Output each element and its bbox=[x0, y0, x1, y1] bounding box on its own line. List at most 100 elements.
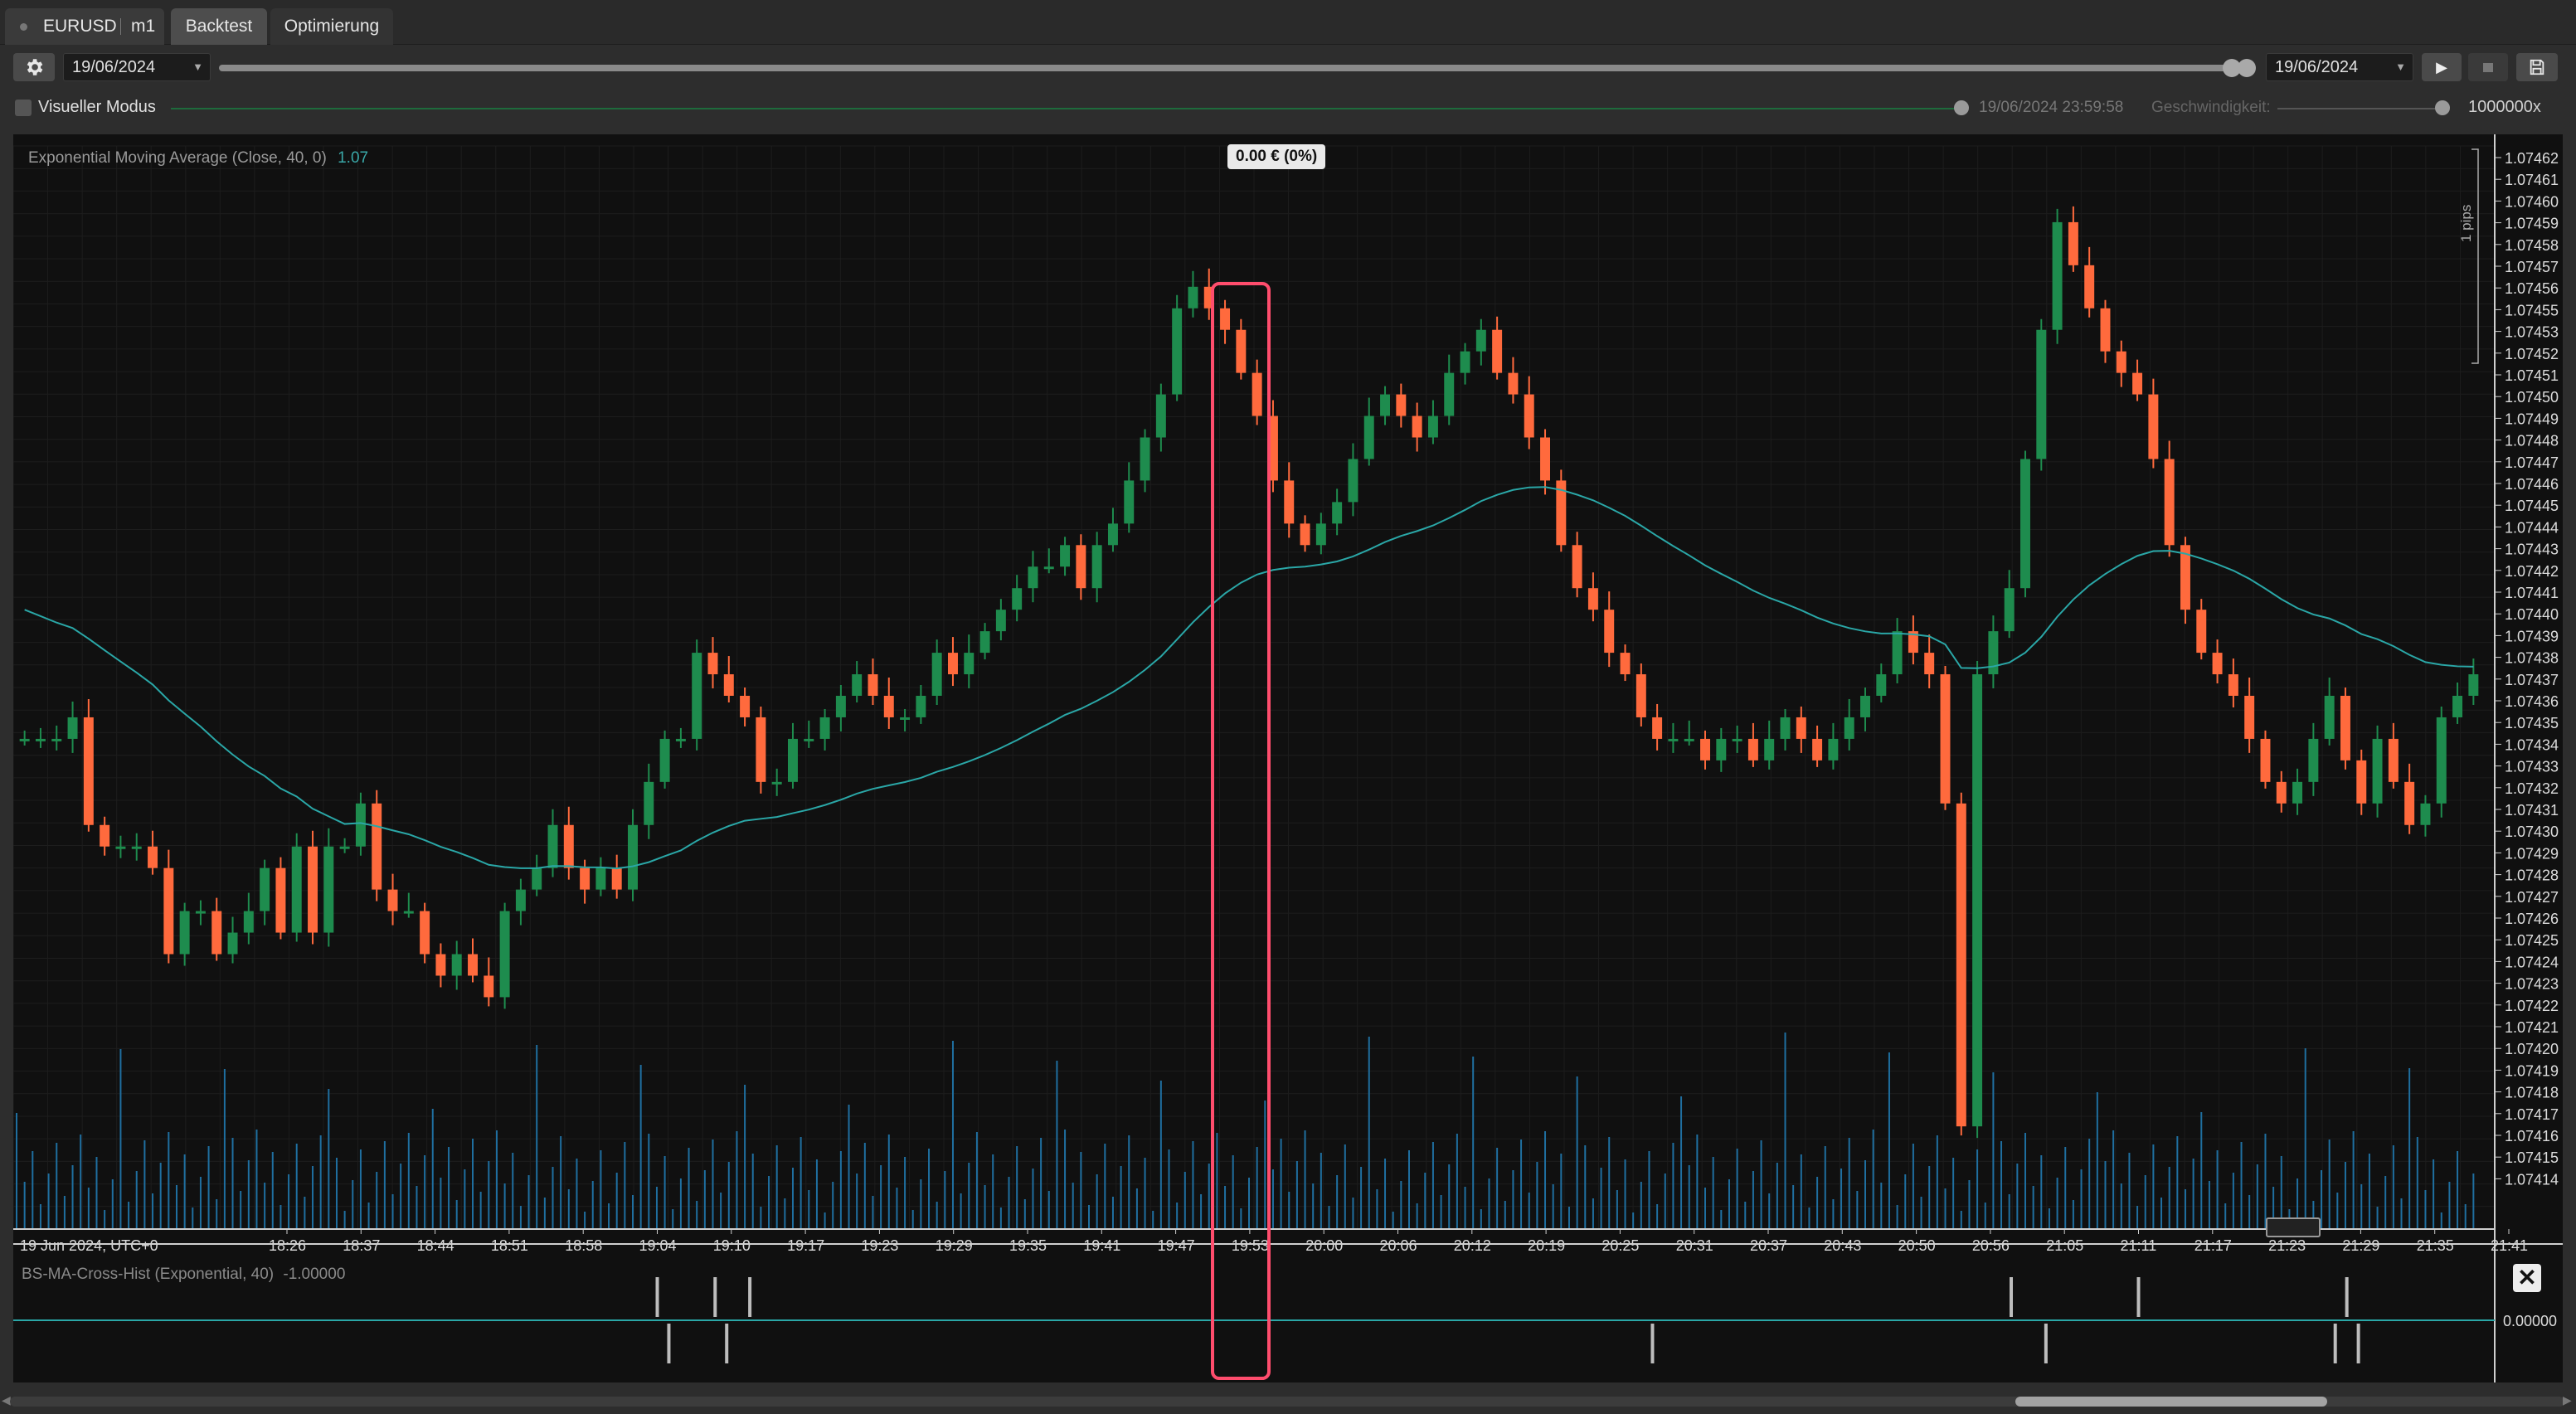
scroll-thumb[interactable] bbox=[2015, 1397, 2327, 1407]
candle-up bbox=[2452, 696, 2463, 717]
candle-up bbox=[2052, 221, 2063, 330]
start-date-picker[interactable]: 19/06/2024 ▼ bbox=[63, 53, 211, 81]
candle-up bbox=[1348, 459, 1358, 503]
chart-area[interactable]: 1.07462 1.07461 1.07460 1.07459 1.07458 1.074… bbox=[13, 134, 2563, 1382]
time-axis-handle[interactable] bbox=[2266, 1217, 2321, 1237]
y-tick-label: 1.07446 bbox=[2505, 476, 2559, 493]
visual-mode-checkbox[interactable] bbox=[15, 100, 32, 116]
x-tick-label: 21:05 bbox=[2046, 1237, 2083, 1254]
candle-down bbox=[83, 717, 94, 825]
candle-up bbox=[916, 696, 926, 717]
candle-up bbox=[1684, 738, 1694, 741]
x-tick-label: 20:56 bbox=[1972, 1237, 2010, 1254]
candle-up bbox=[1332, 502, 1343, 524]
scroll-right-icon[interactable]: ▶ bbox=[2563, 1393, 2572, 1407]
y-tick-label: 1.07440 bbox=[2505, 606, 2559, 623]
candle-down bbox=[163, 867, 174, 955]
candle-down bbox=[2404, 781, 2415, 825]
visual-mode-label: Visueller Modus bbox=[38, 98, 156, 116]
close-indicator-button[interactable]: ✕ bbox=[2513, 1264, 2541, 1292]
x-tick-label: 20:25 bbox=[1601, 1237, 1639, 1254]
y-tick-label: 1.07455 bbox=[2505, 302, 2559, 318]
histogram-axis-tick: 0.00000 bbox=[2503, 1313, 2557, 1329]
tab-symbol[interactable]: EURUSD m1 bbox=[5, 8, 164, 45]
end-date-picker[interactable]: 19/06/2024 ▼ bbox=[2266, 53, 2413, 81]
indicator-name: Exponential Moving Average (Close, 40, 0… bbox=[28, 149, 327, 167]
y-tick-label: 1.07449 bbox=[2505, 411, 2559, 427]
candle-up bbox=[819, 717, 830, 739]
y-tick-label: 1.07453 bbox=[2505, 324, 2559, 341]
price-chart[interactable]: 1.07462 1.07461 1.07460 1.07459 1.07458 1.074… bbox=[13, 134, 2563, 1382]
progress-handle[interactable] bbox=[1954, 100, 1969, 115]
indicator-legend: Exponential Moving Average (Close, 40, 0… bbox=[28, 149, 368, 168]
x-tick-label: 20:37 bbox=[1750, 1237, 1787, 1254]
candle-up bbox=[628, 824, 638, 890]
x-tick-label: 21:11 bbox=[2121, 1237, 2157, 1254]
histogram-value: -1.00000 bbox=[283, 1266, 346, 1283]
candle-up bbox=[355, 803, 366, 847]
candle-down bbox=[2340, 696, 2350, 760]
candle-up bbox=[1028, 566, 1038, 589]
horizontal-scrollbar[interactable]: ◀ ▶ bbox=[0, 1387, 2576, 1414]
tab-optimization[interactable]: Optimierung bbox=[270, 8, 393, 45]
candle-down bbox=[580, 867, 591, 890]
candle-down bbox=[435, 954, 446, 976]
play-icon: ▶ bbox=[2436, 59, 2447, 75]
candle-up bbox=[195, 911, 206, 914]
candle-up bbox=[2468, 674, 2479, 696]
tab-backtest[interactable]: Backtest bbox=[171, 8, 267, 45]
candle-up bbox=[692, 653, 702, 739]
y-tick-label: 1.07441 bbox=[2505, 585, 2559, 601]
backtest-window: EURUSD m1 Backtest Optimierung 19/06/202… bbox=[0, 0, 2576, 1414]
date-range-slider[interactable] bbox=[219, 65, 2243, 71]
x-tick-label: 18:37 bbox=[343, 1237, 380, 1254]
y-tick-label: 1.07432 bbox=[2505, 780, 2559, 797]
candle-up bbox=[1172, 308, 1183, 395]
play-button[interactable]: ▶ bbox=[2422, 53, 2462, 81]
y-tick-label: 1.07450 bbox=[2505, 389, 2559, 406]
candle-down bbox=[1940, 674, 1951, 804]
y-tick-label: 1.07434 bbox=[2505, 736, 2559, 753]
y-tick-label: 1.07447 bbox=[2505, 454, 2559, 471]
x-tick-label: 21:17 bbox=[2194, 1237, 2232, 1254]
y-tick-label: 1.07419 bbox=[2505, 1062, 2559, 1079]
highlight-annotation bbox=[1211, 282, 1271, 1380]
candle-up bbox=[1380, 394, 1391, 416]
range-handle-end[interactable] bbox=[2238, 59, 2256, 77]
speed-handle[interactable] bbox=[2435, 100, 2450, 115]
candle-up bbox=[115, 846, 126, 849]
candle-up bbox=[2372, 738, 2383, 804]
tab-bar: EURUSD m1 Backtest Optimierung bbox=[0, 0, 2576, 45]
candle-up bbox=[1860, 696, 1870, 717]
settings-button[interactable] bbox=[13, 53, 55, 81]
y-tick-label: 1.07462 bbox=[2505, 150, 2559, 167]
stop-button[interactable] bbox=[2468, 53, 2508, 81]
y-tick-label: 1.07420 bbox=[2505, 1041, 2559, 1057]
candle-up bbox=[260, 867, 270, 911]
y-tick-label: 1.07442 bbox=[2505, 563, 2559, 580]
save-button[interactable] bbox=[2516, 53, 2558, 81]
candle-up bbox=[1124, 480, 1135, 524]
candle-down bbox=[1620, 653, 1631, 675]
candle-down bbox=[1076, 545, 1086, 589]
candle-up bbox=[2308, 738, 2319, 782]
candle-down bbox=[2228, 674, 2238, 696]
candle-down bbox=[1412, 415, 1422, 438]
x-tick-label: 20:50 bbox=[1898, 1237, 1936, 1254]
candle-up bbox=[451, 954, 462, 976]
candle-down bbox=[1700, 738, 1710, 760]
candle-down bbox=[2116, 351, 2126, 373]
candle-up bbox=[1844, 717, 1854, 739]
candle-down bbox=[563, 824, 574, 868]
candle-up bbox=[1732, 738, 1742, 741]
y-tick-label: 1.07448 bbox=[2505, 433, 2559, 449]
x-tick-label: 18:58 bbox=[565, 1237, 602, 1254]
save-icon bbox=[2530, 59, 2544, 75]
candle-up bbox=[1780, 717, 1791, 739]
candle-down bbox=[211, 911, 222, 955]
candle-down bbox=[1396, 394, 1407, 416]
y-tick-label: 1.07421 bbox=[2505, 1019, 2559, 1036]
x-tick-label: 20:19 bbox=[1528, 1237, 1565, 1254]
speed-slider[interactable] bbox=[2277, 108, 2443, 109]
candle-up bbox=[227, 932, 238, 955]
